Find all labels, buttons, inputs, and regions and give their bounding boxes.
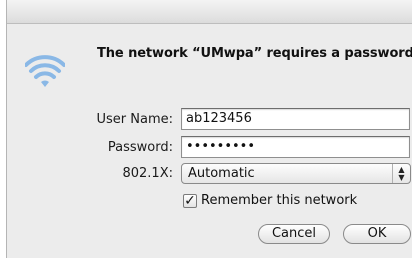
dialog-titlebar[interactable] — [7, 0, 412, 24]
auth-select-value: Automatic — [188, 166, 255, 181]
password-label: Password: — [107, 140, 173, 155]
ok-button[interactable]: OK — [343, 224, 411, 244]
remember-label[interactable]: Remember this network — [201, 193, 357, 208]
dialog-message: The network “UMwpa” requires a password. — [97, 46, 412, 61]
password-dialog: The network “UMwpa” requires a password.… — [6, 0, 412, 258]
cancel-button[interactable]: Cancel — [258, 224, 330, 244]
password-field[interactable]: ••••••••• — [181, 136, 410, 158]
updown-arrows-icon: ▲ ▼ — [392, 164, 410, 183]
username-label: User Name: — [96, 112, 174, 127]
remember-checkbox[interactable]: ✓ — [183, 192, 197, 208]
checkmark-icon: ✓ — [184, 192, 196, 208]
auth-label: 802.1X: — [122, 166, 173, 181]
auth-select[interactable]: Automatic ▲ ▼ — [181, 163, 411, 184]
username-field[interactable]: ab123456 — [181, 108, 410, 130]
wifi-icon — [25, 55, 65, 87]
